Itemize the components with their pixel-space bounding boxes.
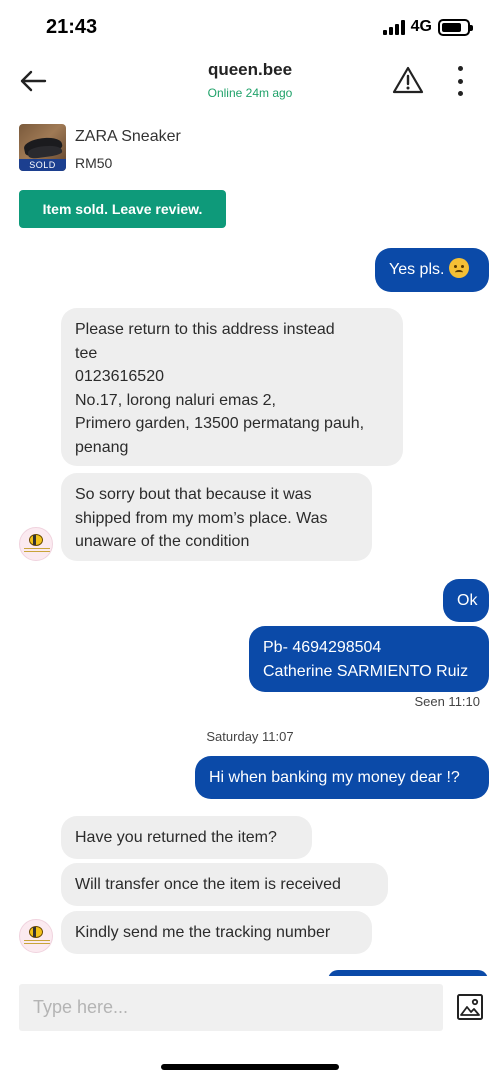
sold-badge: SOLD bbox=[19, 159, 66, 171]
message-incoming[interactable]: Kindly send me the tracking number bbox=[61, 911, 372, 954]
item-card[interactable]: SOLD ZARA Sneaker RM50 bbox=[19, 124, 319, 174]
smile-emoji-icon bbox=[448, 258, 469, 278]
message-composer bbox=[0, 976, 500, 1080]
warning-icon[interactable] bbox=[392, 65, 424, 97]
contact-name: queen.bee bbox=[207, 60, 293, 79]
signal-icon bbox=[382, 19, 405, 35]
status-time: 21:43 bbox=[46, 16, 98, 38]
contact-avatar[interactable] bbox=[19, 527, 53, 561]
contact-avatar[interactable] bbox=[19, 919, 53, 953]
message-incoming[interactable]: Will transfer once the item is received bbox=[61, 863, 388, 906]
online-status: Online 24m ago bbox=[207, 86, 293, 100]
item-thumbnail: SOLD bbox=[19, 124, 66, 171]
message-incoming[interactable]: Have you returned the item? bbox=[61, 816, 312, 859]
item-price: RM50 bbox=[75, 155, 113, 171]
message-incoming[interactable]: So sorry bout that because it was shippe… bbox=[61, 473, 372, 561]
message-outgoing[interactable]: Ok bbox=[443, 579, 489, 622]
message-text: Please return to this address instead te… bbox=[75, 321, 365, 456]
battery-icon bbox=[438, 18, 473, 36]
network-label: 4G bbox=[410, 18, 432, 35]
item-title: ZARA Sneaker bbox=[75, 128, 181, 145]
status-bar: 21:43 4G bbox=[0, 0, 500, 56]
message-text: Kindly send me the tracking number bbox=[75, 924, 331, 941]
message-text: Ok bbox=[457, 592, 478, 609]
message-text: Have you returned the item? bbox=[75, 829, 277, 846]
message-outgoing[interactable]: Hi when banking my money dear !? bbox=[195, 756, 489, 799]
message-input[interactable] bbox=[19, 984, 443, 1031]
message-incoming[interactable]: Please return to this address instead te… bbox=[61, 308, 403, 466]
date-separator: Saturday 11:07 bbox=[206, 729, 294, 744]
seen-label: Seen 11:10 bbox=[414, 694, 480, 709]
leave-review-button[interactable]: Item sold. Leave review. bbox=[19, 190, 226, 228]
message-outgoing[interactable]: Yes pls. bbox=[375, 248, 489, 292]
message-text: Pb- 4694298504 Catherine SARMIENTO Ruiz bbox=[263, 639, 469, 680]
gallery-icon[interactable] bbox=[456, 993, 484, 1021]
status-indicators: 4G bbox=[382, 18, 473, 36]
more-vertical-icon[interactable] bbox=[454, 66, 466, 96]
home-indicator bbox=[161, 1064, 339, 1070]
contact-info[interactable]: queen.bee Online 24m ago bbox=[0, 60, 500, 100]
message-text: So sorry bout that because it was shippe… bbox=[75, 486, 328, 550]
message-text: Will transfer once the item is received bbox=[75, 876, 341, 893]
message-outgoing[interactable]: Pb- 4694298504 Catherine SARMIENTO Ruiz bbox=[249, 626, 489, 692]
chat-header: queen.bee Online 24m ago bbox=[0, 56, 500, 106]
message-text: Hi when banking my money dear !? bbox=[209, 769, 460, 786]
message-text: Yes pls. bbox=[389, 261, 445, 278]
